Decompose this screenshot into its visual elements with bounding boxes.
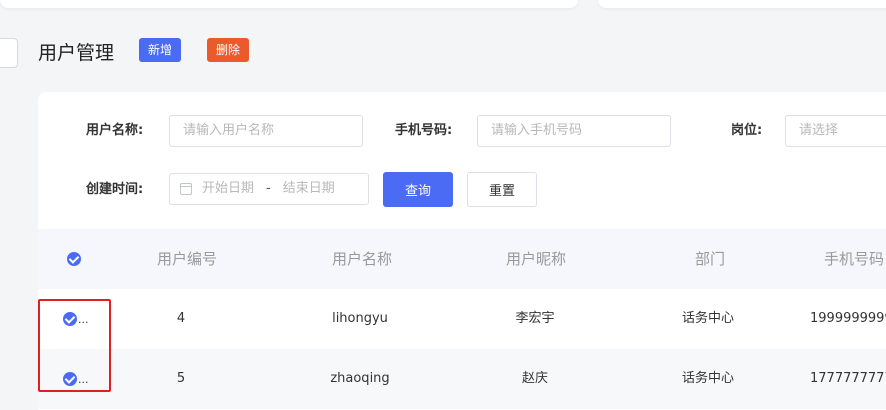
- cell-nickname: 李宏宇: [515, 311, 555, 326]
- column-header-nickname: 用户昵称: [505, 250, 567, 268]
- reset-button[interactable]: 重置: [467, 172, 537, 207]
- page-title: 用户管理: [38, 42, 115, 64]
- query-button[interactable]: 查询: [383, 172, 453, 207]
- row-check-ellipsis: ...: [78, 312, 89, 326]
- delete-button[interactable]: 删除: [207, 38, 250, 62]
- cell-phone: 17777777777: [810, 371, 886, 386]
- date-range-separator: -: [266, 181, 271, 196]
- column-header-username: 用户名称: [331, 250, 393, 268]
- add-button[interactable]: 新增: [139, 38, 182, 62]
- phone-input[interactable]: [491, 123, 657, 138]
- sidebar-toggle[interactable]: [0, 38, 18, 68]
- created-time-label: 创建时间:: [86, 182, 144, 197]
- date-range-picker[interactable]: 开始日期 - 结束日期: [169, 173, 369, 205]
- cell-dept: 话务中心: [681, 311, 735, 326]
- username-field[interactable]: [169, 115, 363, 147]
- top-card-right: [598, 0, 886, 8]
- start-date-placeholder[interactable]: 开始日期: [202, 174, 254, 204]
- phone-label: 手机号码:: [395, 123, 453, 138]
- username-input[interactable]: [183, 123, 349, 138]
- phone-field[interactable]: [477, 115, 671, 147]
- column-header-user-id: 用户编号: [156, 250, 218, 268]
- cell-user-id: 4: [176, 311, 186, 326]
- table-row[interactable]: ... 4 lihongyu 李宏宇 话务中心 19999999999: [38, 289, 886, 349]
- cell-username: zhaoqing: [330, 371, 390, 386]
- table-header: 用户编号 用户名称 用户昵称 部门 手机号码: [38, 229, 886, 289]
- column-header-phone: 手机号码: [824, 250, 885, 268]
- check-circle-icon: [67, 252, 81, 266]
- cell-dept: 话务中心: [681, 371, 735, 386]
- cell-username: lihongyu: [332, 311, 388, 326]
- cell-nickname: 赵庆: [521, 371, 549, 386]
- row-checkbox[interactable]: ...: [63, 349, 89, 409]
- table-row[interactable]: ... 5 zhaoqing 赵庆 话务中心 17777777777: [38, 349, 886, 409]
- cell-user-id: 5: [176, 371, 186, 386]
- post-label: 岗位:: [731, 123, 763, 138]
- select-all-checkbox[interactable]: [67, 229, 81, 289]
- username-label: 用户名称:: [86, 123, 144, 138]
- post-select[interactable]: [785, 115, 886, 147]
- cell-phone: 19999999999: [810, 311, 886, 326]
- end-date-placeholder[interactable]: 结束日期: [283, 174, 335, 204]
- row-check-ellipsis: ...: [78, 372, 89, 386]
- row-checkbox[interactable]: ...: [63, 289, 89, 349]
- post-select-input[interactable]: [799, 123, 881, 138]
- column-header-dept: 部门: [694, 250, 726, 268]
- check-circle-icon: [63, 372, 77, 386]
- top-card-left: [0, 0, 578, 8]
- check-circle-icon: [63, 312, 77, 326]
- calendar-icon: [180, 183, 192, 195]
